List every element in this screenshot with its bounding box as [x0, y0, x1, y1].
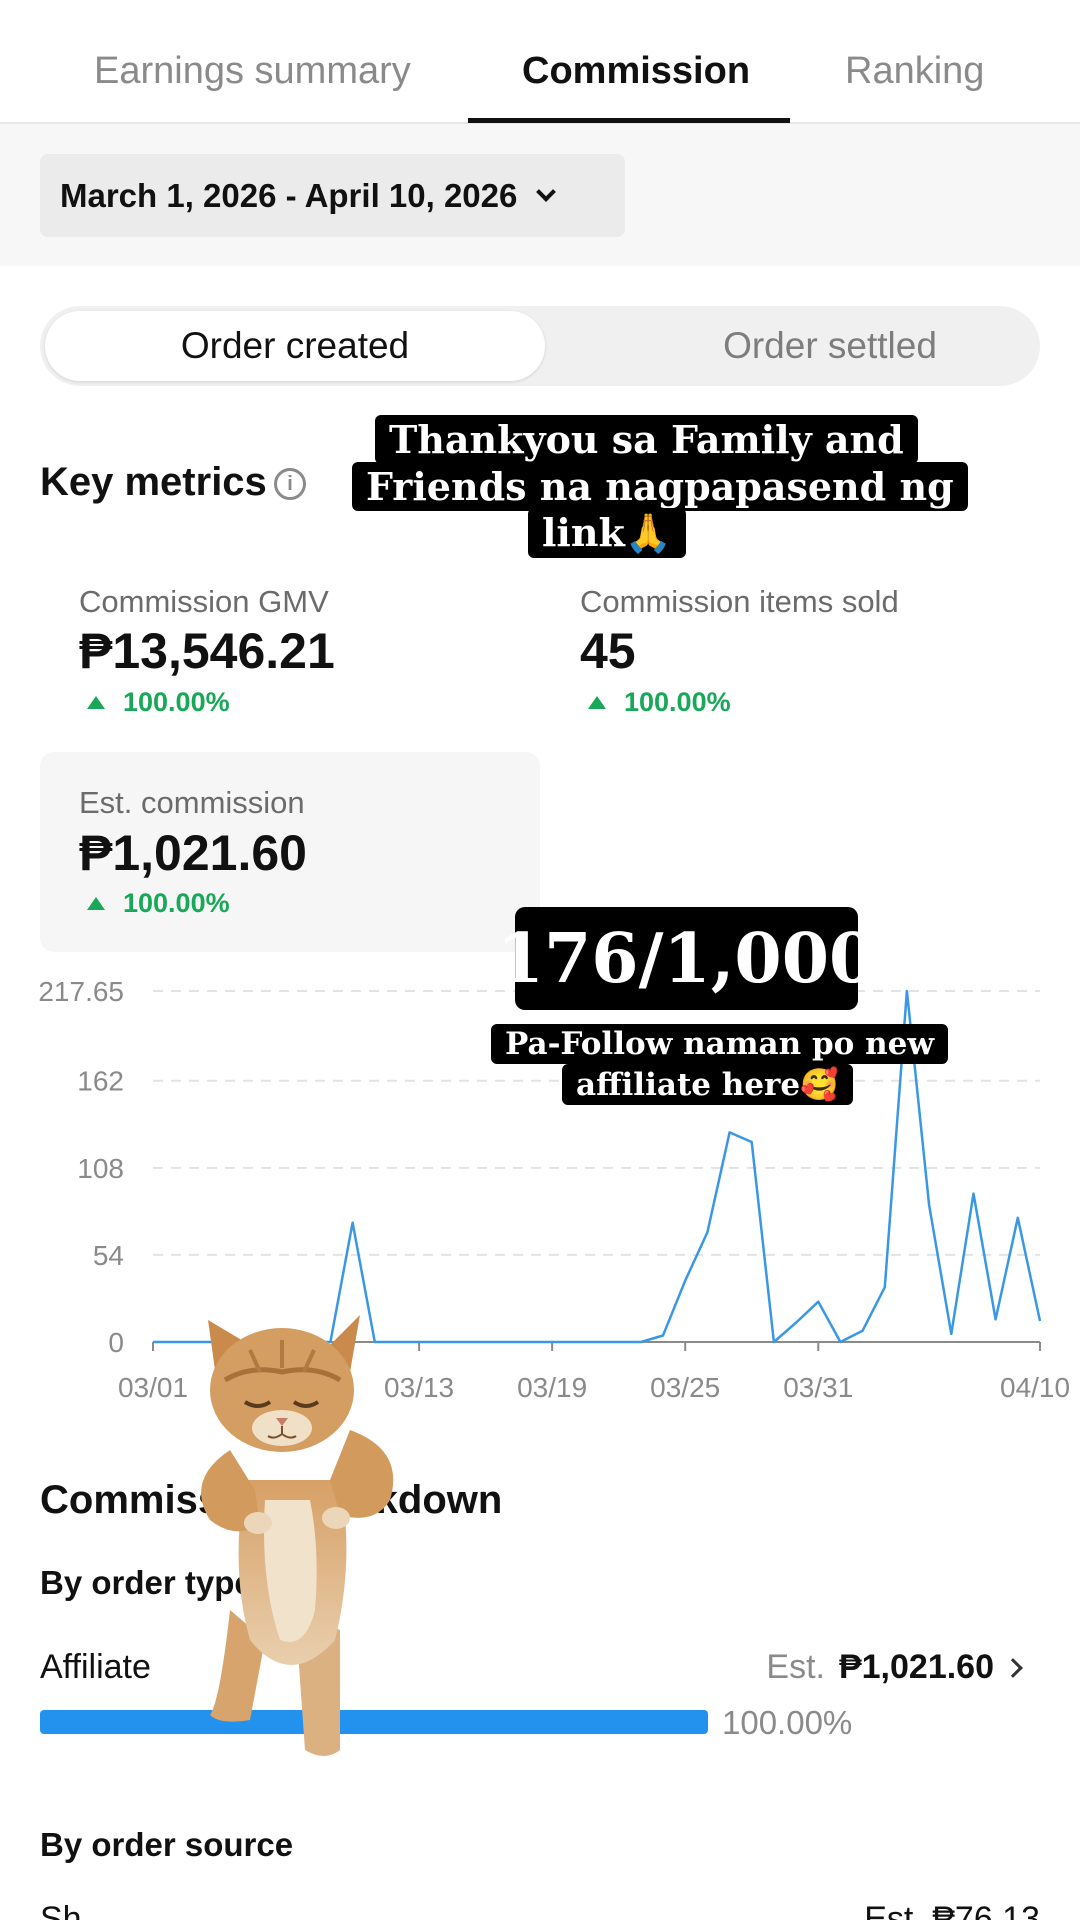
- metric-label-est-commission: Est. commission: [79, 785, 305, 820]
- toggle-order-settled[interactable]: Order settled: [580, 311, 1080, 381]
- commission-screen: Earnings summary Commission Ranking Marc…: [0, 0, 1080, 1920]
- metric-change-items-text: 100.00%: [624, 687, 731, 717]
- tab-ranking[interactable]: Ranking: [845, 50, 984, 93]
- chart-x-tick-label: 03/01: [118, 1372, 188, 1403]
- metric-change-est-commission: 100.00%: [79, 888, 230, 919]
- date-range-dropdown[interactable]: March 1, 2026 - April 10, 2026: [40, 154, 625, 237]
- chart-x-tick-label: 04/10: [1000, 1372, 1070, 1403]
- toggle-order-created[interactable]: Order created: [45, 311, 545, 381]
- affiliate-est-commission-link[interactable]: Est. ₱1,021.60: [766, 1648, 1023, 1687]
- info-icon[interactable]: i: [274, 468, 306, 500]
- trend-up-icon: [588, 696, 606, 709]
- chart-x-tick-label: 03/31: [783, 1372, 853, 1403]
- key-metrics-title: Key metrics: [40, 460, 267, 504]
- tab-earnings-summary[interactable]: Earnings summary: [94, 50, 411, 93]
- date-filter-band: March 1, 2026 - April 10, 2026: [0, 124, 1080, 266]
- top-tab-bar: Earnings summary Commission Ranking: [0, 0, 1080, 124]
- chevron-right-icon: [1003, 1657, 1023, 1678]
- metric-change-items-sold: 100.00%: [580, 687, 731, 718]
- chart-y-tick-label: 54: [93, 1240, 124, 1271]
- order-source-est-value: Est. ₱76.13: [864, 1900, 1040, 1920]
- metric-change-gmv-text: 100.00%: [123, 687, 230, 717]
- follower-counter-caption: 176/1,000: [497, 907, 876, 1010]
- metric-change-gmv: 100.00%: [79, 687, 230, 718]
- overlay-caption-line: affiliate here🥰: [562, 1064, 853, 1105]
- chart-x-tick-label: 03/25: [650, 1372, 720, 1403]
- affiliate-share-percent: 100.00%: [722, 1704, 853, 1741]
- metric-value-items-sold: 45: [580, 623, 636, 679]
- trend-up-icon: [87, 696, 105, 709]
- chart-y-tick-label: 108: [77, 1153, 124, 1184]
- overlay-caption-line: link🙏: [528, 508, 687, 558]
- by-order-source-title: By order source: [40, 1826, 294, 1863]
- metric-value-est-commission: ₱1,021.60: [79, 825, 307, 881]
- chevron-down-icon: [536, 181, 557, 202]
- metric-change-est-text: 100.00%: [123, 888, 230, 918]
- order-source-label: Sh: [40, 1900, 82, 1920]
- metric-value-gmv: ₱13,546.21: [79, 623, 335, 679]
- dancing-cat-sticker: [201, 1315, 394, 1756]
- est-prefix: Est.: [766, 1648, 825, 1686]
- overlay-caption-line: Thankyou sa Family and: [375, 415, 918, 464]
- active-tab-indicator: [468, 118, 790, 123]
- chart-x-tick-label: 03/19: [517, 1372, 587, 1403]
- trend-up-icon: [87, 897, 105, 910]
- overlay-caption-line: Friends na nagpapasend ng: [352, 462, 968, 511]
- order-type-label-affiliate: Affiliate: [40, 1648, 151, 1686]
- chart-y-tick-label: 0: [108, 1327, 124, 1358]
- order-status-toggle: Order created Order settled: [40, 306, 1040, 386]
- date-range-label: March 1, 2026 - April 10, 2026: [60, 176, 518, 214]
- chart-y-tick-label: 162: [77, 1066, 124, 1097]
- affiliate-est-value: ₱1,021.60: [838, 1648, 994, 1686]
- metric-label-items-sold: Commission items sold: [580, 584, 899, 619]
- chart-y-tick-label: 217.65: [38, 976, 124, 1007]
- metric-label-gmv: Commission GMV: [79, 584, 329, 619]
- tab-commission[interactable]: Commission: [522, 50, 750, 93]
- overlay-caption-line: Pa-Follow naman po new: [491, 1024, 949, 1064]
